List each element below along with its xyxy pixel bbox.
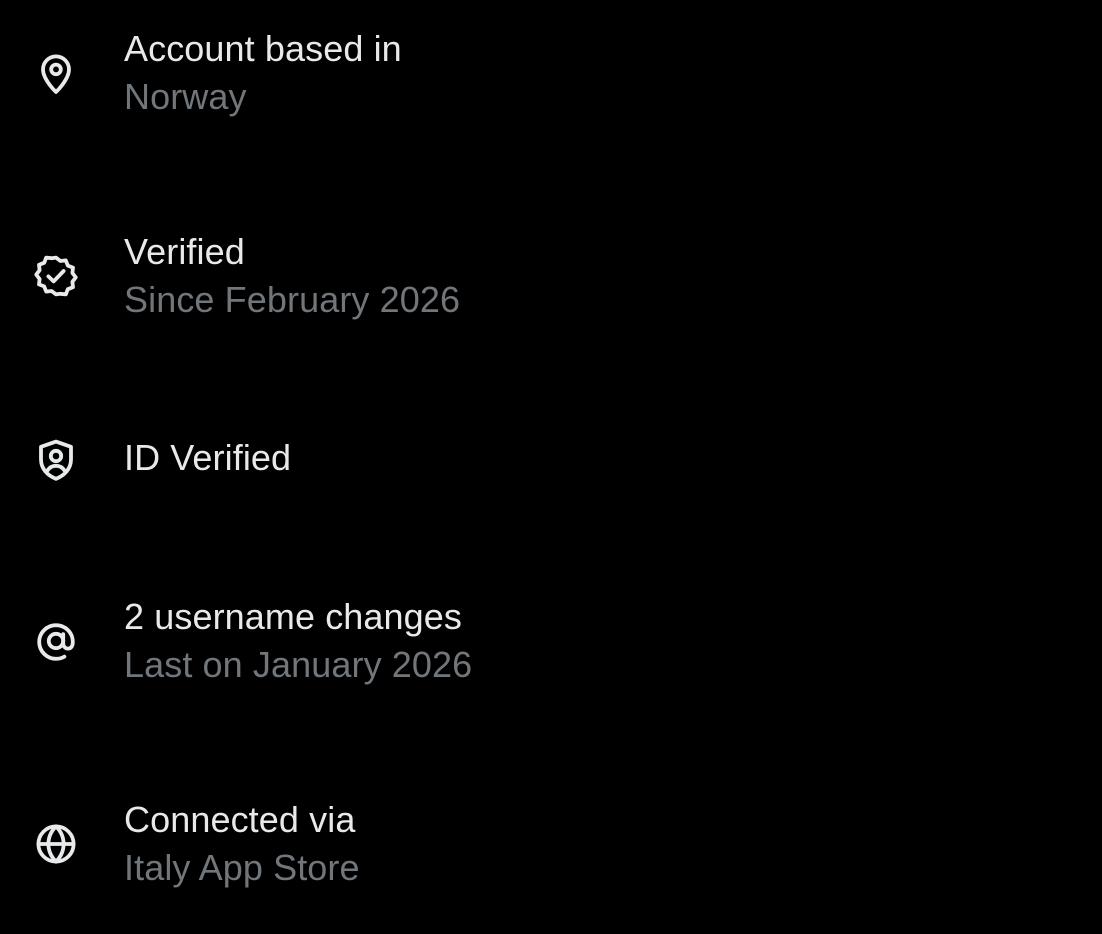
about-item-connected-via: Connected via Italy App Store <box>0 796 1102 896</box>
about-item-title: ID Verified <box>124 437 292 478</box>
about-item-text: 2 username changes Last on January 2026 <box>124 593 472 689</box>
about-item-subtitle: Norway <box>124 76 247 117</box>
about-item-verified: Verified Since February 2026 <box>0 228 1102 328</box>
globe-icon <box>30 818 82 870</box>
about-item-text: Verified Since February 2026 <box>124 228 460 324</box>
about-item-id-verified: ID Verified <box>0 434 1102 534</box>
about-item-subtitle: Italy App Store <box>124 847 360 888</box>
about-item-account-based-in: Account based in Norway <box>0 25 1102 125</box>
verified-badge-icon <box>30 250 82 302</box>
account-about-list: Account based in Norway Verified Since F… <box>0 0 1102 934</box>
about-item-title: 2 username changes <box>124 596 463 637</box>
about-item-title: Account based in <box>124 28 402 69</box>
at-sign-icon <box>30 615 82 667</box>
about-item-subtitle: Last on January 2026 <box>124 644 473 685</box>
about-item-title: Verified <box>124 231 245 272</box>
about-item-title: Connected via <box>124 799 356 840</box>
about-item-text: Account based in Norway <box>124 25 402 121</box>
location-pin-icon <box>30 47 82 99</box>
id-shield-icon <box>30 434 82 486</box>
about-item-username-changes: 2 username changes Last on January 2026 <box>0 593 1102 693</box>
about-item-text: Connected via Italy App Store <box>124 796 360 892</box>
about-item-subtitle: Since February 2026 <box>124 279 461 320</box>
about-item-text: ID Verified <box>124 434 291 482</box>
